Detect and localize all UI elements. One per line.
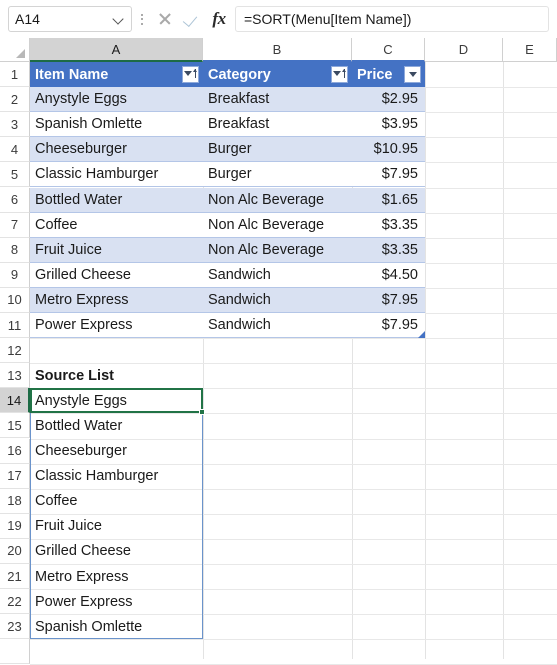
- source-list-item[interactable]: Anystyle Eggs: [30, 388, 203, 413]
- column-headers: A B C D E: [0, 38, 557, 62]
- row-header-19[interactable]: 19: [0, 513, 30, 539]
- table-cell-price[interactable]: $7.95: [352, 313, 425, 339]
- table-cell-item-name[interactable]: Grilled Cheese: [30, 262, 203, 288]
- row-header-1[interactable]: 1: [0, 62, 30, 88]
- table-cell-category[interactable]: Breakfast: [203, 112, 352, 138]
- table-cell-category[interactable]: Non Alc Beverage: [203, 237, 352, 263]
- table-cell-price[interactable]: $2.95: [352, 87, 425, 113]
- name-box[interactable]: A14: [8, 6, 132, 32]
- source-list-item[interactable]: Bottled Water: [30, 413, 203, 438]
- row-header-13[interactable]: 13: [0, 363, 30, 389]
- spreadsheet-grid[interactable]: A B C D E 1 2 3 4 5 6 7 8 9 10 11 12 13 14 15 16 17 18 19 2…: [0, 38, 557, 665]
- table-cell-price[interactable]: $1.65: [352, 187, 425, 213]
- formula-input[interactable]: =SORT(Menu[Item Name]): [235, 6, 549, 32]
- vertical-dots-icon: [134, 6, 150, 32]
- table-cell-item-name[interactable]: Bottled Water: [30, 187, 203, 213]
- row-header-17[interactable]: 17: [0, 463, 30, 489]
- table-cell-item-name[interactable]: Fruit Juice: [30, 237, 203, 263]
- row-header-10[interactable]: 10: [0, 287, 30, 313]
- column-header-b[interactable]: B: [203, 38, 352, 62]
- column-divider-D: [503, 62, 504, 659]
- row-header-2[interactable]: 2: [0, 87, 30, 113]
- table-cell-category[interactable]: Non Alc Beverage: [203, 187, 352, 213]
- chevron-down-icon[interactable]: [113, 13, 125, 25]
- source-list-item[interactable]: Coffee: [30, 489, 203, 514]
- table-cell-category[interactable]: Sandwich: [203, 287, 352, 313]
- filter-dropdown-icon[interactable]: [404, 66, 421, 83]
- name-box-value: A14: [15, 11, 40, 27]
- column-header-a[interactable]: A: [30, 38, 203, 62]
- column-header-c[interactable]: C: [352, 38, 425, 62]
- table-cell-price[interactable]: $3.95: [352, 112, 425, 138]
- fx-icon[interactable]: fx: [206, 6, 232, 32]
- source-list-item[interactable]: Spanish Omlette: [30, 614, 203, 639]
- table-cell-category[interactable]: Burger: [203, 162, 352, 188]
- row-header-8[interactable]: 8: [0, 237, 30, 263]
- source-list-item[interactable]: Power Express: [30, 589, 203, 614]
- sort-ascending-icon: [184, 69, 197, 80]
- source-list-item[interactable]: Classic Hamburger: [30, 464, 203, 489]
- row-divider-24: [30, 639, 557, 641]
- row-header-15[interactable]: 15: [0, 413, 30, 439]
- table-header-item-name[interactable]: Item Name: [30, 62, 203, 88]
- sort-filter-icon[interactable]: [182, 66, 199, 83]
- table-cell-category[interactable]: Sandwich: [203, 313, 352, 339]
- table-cell-item-name[interactable]: Coffee: [30, 212, 203, 238]
- row-header-9[interactable]: 9: [0, 262, 30, 288]
- enter-check-icon[interactable]: [179, 6, 205, 32]
- chevron-down-icon: [408, 72, 417, 77]
- table-cell-price[interactable]: $3.35: [352, 237, 425, 263]
- row-header-16[interactable]: 16: [0, 438, 30, 464]
- sort-filter-icon[interactable]: [331, 66, 348, 83]
- formula-action-buttons: fx: [152, 6, 232, 32]
- row-header-5[interactable]: 5: [0, 162, 30, 188]
- source-list-item[interactable]: Fruit Juice: [30, 514, 203, 539]
- row-header-24[interactable]: [0, 639, 30, 665]
- row-header-14[interactable]: 14: [0, 388, 30, 414]
- table-cell-category[interactable]: Breakfast: [203, 87, 352, 113]
- table-cell-item-name[interactable]: Metro Express: [30, 287, 203, 313]
- table-header-price[interactable]: Price: [352, 62, 425, 88]
- table-cell-price[interactable]: $4.50: [352, 262, 425, 288]
- table-cell-item-name[interactable]: Cheeseburger: [30, 137, 203, 163]
- source-list-item[interactable]: Metro Express: [30, 564, 203, 589]
- source-list-item[interactable]: Grilled Cheese: [30, 539, 203, 564]
- table-cell-item-name[interactable]: Classic Hamburger: [30, 162, 203, 188]
- row-header-23[interactable]: 23: [0, 614, 30, 640]
- row-header-20[interactable]: 20: [0, 538, 30, 564]
- column-header-e[interactable]: E: [503, 38, 557, 62]
- row-header-11[interactable]: 11: [0, 313, 30, 339]
- select-all-corner[interactable]: [0, 38, 30, 62]
- table-header-category[interactable]: Category: [203, 62, 352, 88]
- row-header-3[interactable]: 3: [0, 112, 30, 138]
- column-divider-C: [425, 62, 426, 659]
- source-list-item[interactable]: Cheeseburger: [30, 439, 203, 464]
- row-header-6[interactable]: 6: [0, 187, 30, 213]
- table-cell-item-name[interactable]: Spanish Omlette: [30, 112, 203, 138]
- table-cell-price[interactable]: $7.95: [352, 287, 425, 313]
- sort-ascending-icon: [333, 69, 346, 80]
- row-header-4[interactable]: 4: [0, 137, 30, 163]
- table-cell-price[interactable]: $7.95: [352, 162, 425, 188]
- cancel-x-icon[interactable]: [152, 6, 178, 32]
- source-list-title[interactable]: Source List: [30, 363, 203, 388]
- row-header-18[interactable]: 18: [0, 488, 30, 514]
- insert-function-label: fx: [212, 9, 226, 28]
- table-cell-category[interactable]: Sandwich: [203, 262, 352, 288]
- table-cell-category[interactable]: Burger: [203, 137, 352, 163]
- table-cell-category[interactable]: Non Alc Beverage: [203, 212, 352, 238]
- table-resize-handle-icon[interactable]: [418, 331, 425, 339]
- fill-handle[interactable]: [199, 409, 205, 416]
- table-cell-price[interactable]: $10.95: [352, 137, 425, 163]
- row-header-22[interactable]: 22: [0, 589, 30, 615]
- table-cell-item-name[interactable]: Power Express: [30, 313, 203, 339]
- column-header-d[interactable]: D: [425, 38, 503, 62]
- table-cell-item-name[interactable]: Anystyle Eggs: [30, 87, 203, 113]
- row-header-21[interactable]: 21: [0, 564, 30, 590]
- row-header-7[interactable]: 7: [0, 212, 30, 238]
- formula-bar: A14 fx =SORT(Menu[Item Name]): [0, 0, 557, 38]
- row-header-12[interactable]: 12: [0, 338, 30, 364]
- row-divider-12: [30, 338, 557, 340]
- table-cell-price[interactable]: $3.35: [352, 212, 425, 238]
